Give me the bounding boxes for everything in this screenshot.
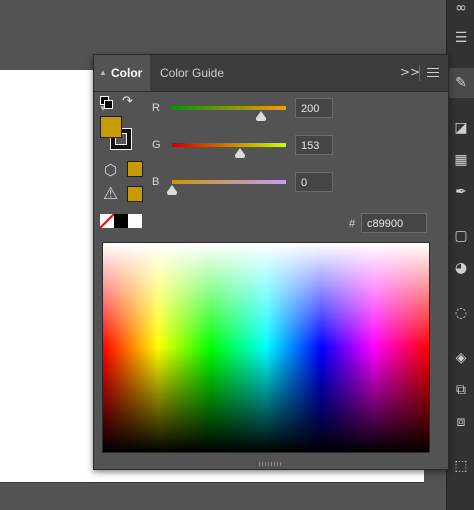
tab-color-guide[interactable]: Color Guide xyxy=(160,55,224,91)
slider-track-r[interactable] xyxy=(172,106,286,110)
fill-swatch[interactable] xyxy=(100,116,122,138)
link-icon[interactable]: ∞ xyxy=(453,0,469,16)
panel-tab-bar: ▲ ▼ Color Color Guide >> xyxy=(94,55,448,113)
brushes-icon[interactable]: ✒ xyxy=(453,184,469,200)
slider-label-r: R xyxy=(152,102,160,114)
swatches-icon[interactable]: ▦ xyxy=(453,152,469,168)
color-themes-icon[interactable]: ◕ xyxy=(453,260,469,276)
slider-label-g: G xyxy=(152,139,161,151)
right-panel-dock: ∞ ☰ ✎ ◪ ▦ ✒ ▢ ◕ ◌ ◈ ⧉ ⧈ ⬚ xyxy=(446,0,474,510)
g-value-input[interactable]: 153 xyxy=(295,135,333,155)
swap-fill-stroke-icon[interactable]: ↷ xyxy=(122,94,133,109)
in-gamut-color-swatch[interactable] xyxy=(127,186,143,202)
r-value-input[interactable]: 200 xyxy=(295,98,333,118)
color-panel-body: ↷ ⬡ ⚠ R 200 G 153 B 0 # c89900 xyxy=(94,92,448,469)
menu-separator xyxy=(419,65,420,81)
slider-thumb-g[interactable] xyxy=(235,148,246,158)
slider-track-g[interactable] xyxy=(172,143,286,147)
web-safe-color-swatch[interactable] xyxy=(127,161,143,177)
white-swatch[interactable] xyxy=(128,214,142,228)
resize-grip[interactable] xyxy=(259,462,281,466)
tab-color[interactable]: ▲ ▼ Color xyxy=(94,55,150,113)
layers-icon[interactable]: ◈ xyxy=(453,350,469,366)
gradient-icon[interactable]: ◪ xyxy=(453,120,469,136)
none-swatch[interactable] xyxy=(100,214,114,228)
transform-icon[interactable]: ⬚ xyxy=(453,458,469,474)
hamburger-menu-icon[interactable] xyxy=(427,68,439,80)
web-safe-cube-icon: ⬡ xyxy=(104,161,118,179)
slider-label-b: B xyxy=(152,176,160,188)
double-chevron-right-icon[interactable]: >> xyxy=(400,65,420,79)
out-of-gamut-warning-icon: ⚠ xyxy=(103,184,119,204)
color-spectrum[interactable] xyxy=(102,242,430,453)
b-value-input[interactable]: 0 xyxy=(295,172,333,192)
hex-value-input[interactable]: c89900 xyxy=(361,213,427,233)
transparency-icon[interactable]: ▢ xyxy=(453,228,469,244)
color-palette-icon[interactable]: ✎ xyxy=(453,75,469,91)
black-swatch[interactable] xyxy=(114,214,128,228)
slider-thumb-b[interactable] xyxy=(167,185,177,195)
slider-thumb-r[interactable] xyxy=(256,111,267,121)
pathfinder-icon[interactable]: ⧈ xyxy=(453,414,469,430)
align-icon[interactable]: ⧉ xyxy=(453,382,469,398)
tab-color-label: Color xyxy=(111,66,143,80)
slider-track-b[interactable] xyxy=(172,180,286,184)
hex-prefix: # xyxy=(349,218,356,230)
properties-icon[interactable]: ☰ xyxy=(453,30,469,46)
default-fill-stroke-icon[interactable] xyxy=(100,96,114,110)
tab-color-guide-label: Color Guide xyxy=(160,66,225,80)
stroke-icon[interactable]: ◌ xyxy=(453,305,469,321)
color-panel: ▲ ▼ Color Color Guide >> ↷ ⬡ ⚠ R 200 G 15… xyxy=(93,54,449,470)
